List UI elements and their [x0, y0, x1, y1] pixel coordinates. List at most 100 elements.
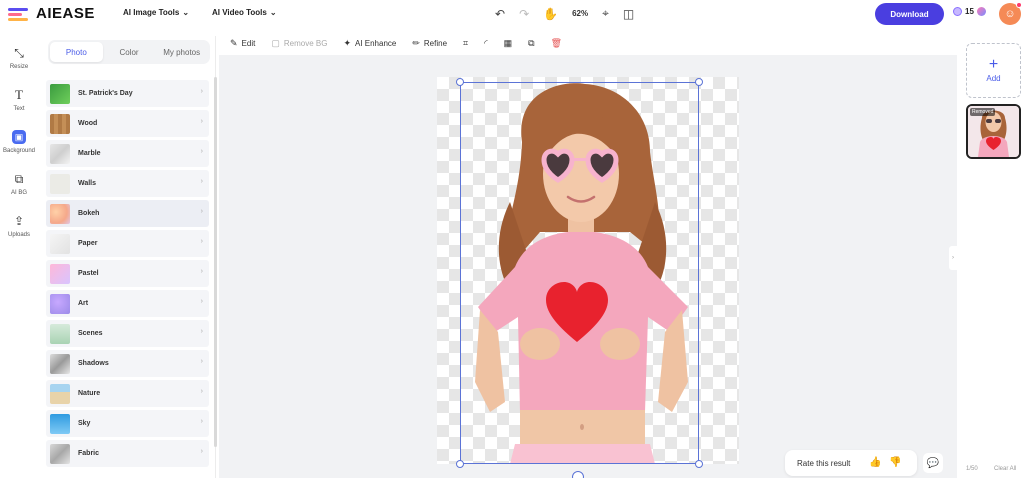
category-thumbnail [50, 353, 70, 374]
remove-bg-button[interactable]: ▢ Remove BG [271, 38, 327, 49]
rail-item-background[interactable]: ▣ Background [0, 130, 38, 154]
thumbs-down-icon[interactable]: 👎 [889, 457, 901, 468]
add-label: Add [986, 74, 1001, 83]
category-label: Wood [78, 120, 98, 127]
rail-label: AI BG [10, 190, 27, 196]
collapse-right-panel-button[interactable]: › [949, 246, 957, 270]
category-thumbnail [50, 263, 70, 284]
credits-badge[interactable]: 15 [953, 7, 986, 16]
chevron-right-icon: › [200, 448, 203, 455]
download-button[interactable]: Download [875, 3, 944, 25]
chevron-right-icon: › [952, 255, 954, 261]
category-thumbnail [50, 443, 70, 464]
compare-icon[interactable]: ◫ [623, 7, 634, 21]
category-thumbnail [50, 413, 70, 434]
tab-my-photos[interactable]: My photos [155, 42, 208, 62]
resize-handle-bottom-left[interactable] [456, 460, 464, 468]
credit-icon [953, 7, 962, 16]
curve-button[interactable]: ◜ [484, 38, 488, 49]
list-item-paper[interactable]: Paper › [46, 230, 209, 257]
refine-label: Refine [423, 38, 448, 48]
list-item-shadows[interactable]: Shadows › [46, 350, 209, 377]
brand-name: AIEASE [36, 5, 95, 22]
rail-item-uploads[interactable]: ⇪ Uploads [0, 214, 38, 238]
left-rail: ⤡ Resize T Text ▣ Background ⧉ AI BG ⇪ U… [0, 36, 38, 478]
rate-result-bar: Rate this result 👍 👎 [785, 450, 917, 476]
undo-icon[interactable]: ↶ [495, 7, 505, 21]
credits-count: 15 [965, 7, 974, 16]
menu-label: AI Video Tools [212, 8, 267, 17]
history-pager: 1/50 [966, 466, 978, 472]
logo[interactable]: AIEASE [8, 5, 95, 22]
duplicate-icon: ⧉ [528, 37, 535, 48]
list-item-st-patricks-day[interactable]: St. Patrick's Day › [46, 80, 209, 107]
background-panel: Photo Color My photos St. Patrick's Day … [40, 36, 217, 478]
list-item-fabric[interactable]: Fabric › [46, 440, 209, 467]
panel-tabs: Photo Color My photos [48, 40, 210, 64]
tab-color[interactable]: Color [103, 42, 156, 62]
list-item-bokeh[interactable]: Bokeh › [46, 200, 209, 227]
resize-handle-top-left[interactable] [456, 78, 464, 86]
add-image-button[interactable]: + Add [966, 43, 1021, 98]
redo-icon[interactable]: ↷ [519, 7, 529, 21]
ai-enhance-button[interactable]: ✦ AI Enhance [343, 38, 396, 49]
chevron-right-icon: › [200, 238, 203, 245]
category-thumbnail [50, 233, 70, 254]
thumbs-up-icon[interactable]: 👍 [869, 457, 881, 468]
chevron-right-icon: › [200, 268, 203, 275]
remove-bg-label: Remove BG [283, 38, 328, 48]
refine-button[interactable]: ✏ Refine [412, 38, 447, 49]
text-icon: T [15, 87, 23, 102]
chevron-right-icon: › [200, 298, 203, 305]
menu-ai-video-tools[interactable]: AI Video Tools ⌄ [212, 8, 277, 17]
top-bar: AIEASE AI Image Tools ⌄ AI Video Tools ⌄… [0, 0, 1024, 28]
user-avatar[interactable]: ☺ [999, 2, 1022, 25]
zoom-level[interactable]: 62% [572, 9, 588, 18]
list-item-sky[interactable]: Sky › [46, 410, 209, 437]
brush-icon: ✏ [412, 37, 420, 48]
list-item-pastel[interactable]: Pastel › [46, 260, 209, 287]
category-label: Pastel [78, 270, 99, 277]
ai-enhance-label: AI Enhance [354, 38, 397, 48]
menu-ai-image-tools[interactable]: AI Image Tools ⌄ [123, 8, 189, 17]
fit-screen-icon[interactable]: ⌖ [602, 6, 609, 21]
selection-box[interactable] [460, 82, 699, 464]
resize-icon: ⤡ [14, 45, 24, 60]
rail-label: Uploads [7, 232, 30, 238]
duplicate-button[interactable]: ⧉ [528, 38, 534, 49]
edit-button[interactable]: ✎ Edit [230, 38, 255, 49]
rail-label: Background [2, 148, 36, 154]
panel-scrollbar[interactable] [214, 77, 217, 447]
resize-handle-bottom-right[interactable] [695, 460, 703, 468]
crop-button[interactable]: ⌗ [463, 38, 468, 49]
rotate-handle[interactable] [572, 471, 584, 478]
hand-pan-icon[interactable]: ✋ [543, 7, 558, 21]
logo-mark-icon [8, 6, 30, 22]
background-category-list: St. Patrick's Day › Wood › Marble › Wall… [46, 80, 209, 470]
feedback-button[interactable]: 💬 [923, 453, 943, 473]
resize-handle-top-right[interactable] [695, 78, 703, 86]
result-thumbnail[interactable]: Removed [966, 104, 1021, 159]
transparency-button[interactable]: ▦ [504, 38, 513, 49]
category-label: Marble [78, 150, 101, 157]
category-thumbnail [50, 203, 70, 224]
tab-photo[interactable]: Photo [50, 42, 103, 62]
list-item-nature[interactable]: Nature › [46, 380, 209, 407]
rail-item-text[interactable]: T Text [0, 87, 38, 112]
rail-item-ai-bg[interactable]: ⧉ AI BG [0, 172, 38, 197]
comment-icon: 💬 [926, 457, 940, 469]
delete-button[interactable]: 🗑 [551, 38, 562, 49]
list-item-wood[interactable]: Wood › [46, 110, 209, 137]
chevron-right-icon: › [200, 88, 203, 95]
list-item-scenes[interactable]: Scenes › [46, 320, 209, 347]
category-label: Walls [78, 180, 97, 187]
upload-icon: ⇪ [13, 214, 25, 228]
list-item-marble[interactable]: Marble › [46, 140, 209, 167]
clear-all-button[interactable]: Clear All [994, 466, 1016, 472]
category-label: Fabric [78, 450, 100, 457]
list-item-art[interactable]: Art › [46, 290, 209, 317]
list-item-walls[interactable]: Walls › [46, 170, 209, 197]
transparency-icon: ▦ [503, 37, 513, 48]
canvas-tools: ↶ ↷ ✋ 62% ⌖ ◫ [495, 6, 634, 21]
rail-item-resize[interactable]: ⤡ Resize [0, 45, 38, 71]
